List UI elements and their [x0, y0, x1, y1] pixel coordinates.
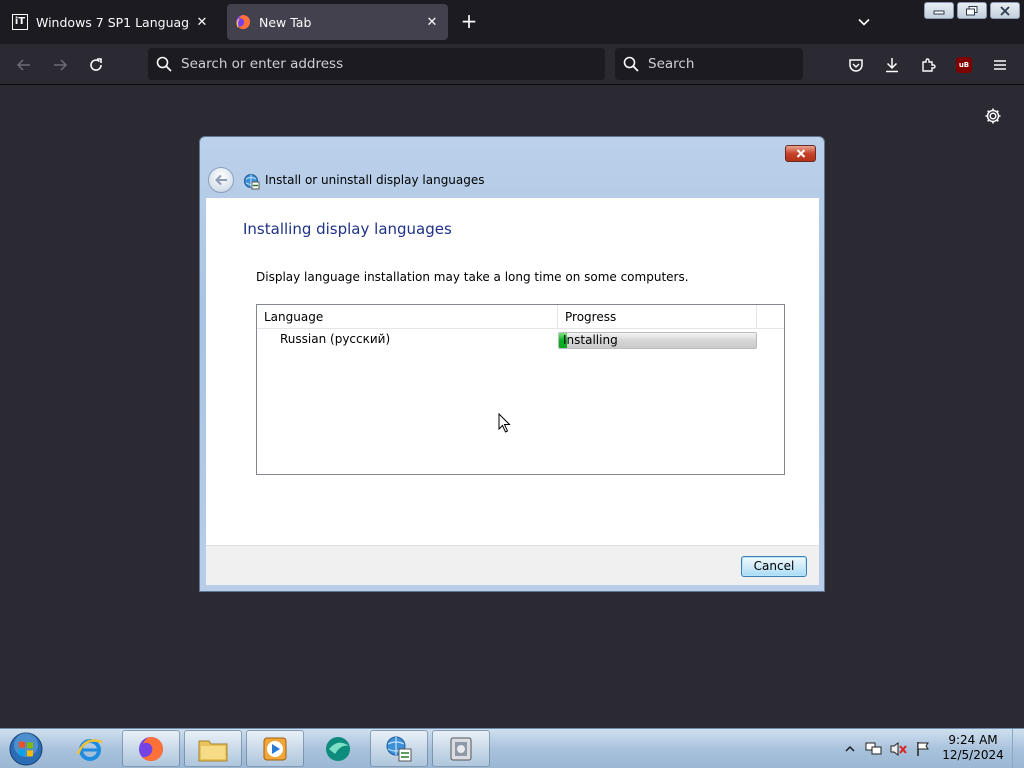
cancel-button[interactable]: Cancel	[741, 556, 807, 577]
file-explorer-icon	[198, 740, 228, 761]
arrow-right-icon	[54, 59, 68, 71]
tab-strip: iT Windows 7 SP1 Language Pack ✕ New Tab…	[0, 0, 1024, 44]
menu-button[interactable]	[987, 52, 1013, 78]
gear-icon	[985, 108, 1001, 124]
address-placeholder: Search or enter address	[181, 56, 344, 72]
download-icon	[886, 58, 898, 73]
volume-muted-icon[interactable]	[890, 741, 908, 757]
column-header-progress[interactable]: Progress	[558, 305, 757, 329]
windows-start-orb-icon	[9, 732, 43, 766]
ublock-icon: uB	[956, 57, 972, 73]
list-all-tabs-button[interactable]	[852, 10, 876, 34]
dialog-back-button[interactable]	[208, 167, 234, 193]
chevron-down-icon	[858, 18, 870, 26]
new-tab-button[interactable]: +	[457, 10, 481, 34]
taskbar-item-firefox[interactable]	[122, 730, 180, 767]
forward-button[interactable]	[47, 52, 73, 78]
downloads-button[interactable]	[879, 52, 905, 78]
taskbar: 9:24 AM 12/5/2024	[0, 728, 1024, 768]
action-center-flag-icon[interactable]	[915, 741, 931, 757]
it-favicon-icon: iT	[12, 14, 28, 30]
language-list: Language Progress Russian (русский) Inst…	[256, 304, 785, 475]
language-install-icon	[386, 736, 412, 761]
taskbar-item-control-panel[interactable]	[432, 730, 490, 767]
pocket-button[interactable]	[843, 52, 869, 78]
column-header-language[interactable]: Language	[257, 305, 558, 329]
tab-new-tab[interactable]: New Tab ✕	[227, 4, 448, 40]
ublock-button[interactable]: uB	[951, 52, 977, 78]
dialog-footer: Cancel	[206, 545, 819, 585]
reload-icon	[90, 58, 102, 71]
taskbar-item-language-install[interactable]	[370, 730, 428, 767]
taskbar-item-teal-app[interactable]	[310, 730, 366, 767]
start-button[interactable]	[6, 731, 46, 767]
reload-button[interactable]	[83, 52, 109, 78]
page-settings-button[interactable]	[982, 105, 1004, 127]
minimize-button[interactable]	[924, 2, 954, 19]
tab-language-pack[interactable]: iT Windows 7 SP1 Language Pack ✕	[4, 4, 218, 40]
mouse-cursor-icon	[498, 412, 512, 433]
show-desktop-button[interactable]	[1012, 729, 1024, 768]
clock-time: 9:24 AM	[948, 733, 998, 747]
taskbar-item-file-explorer[interactable]	[184, 730, 242, 767]
navigation-toolbar: Search or enter address Search uB	[0, 44, 1024, 85]
tab-title: Windows 7 SP1 Language Pack	[36, 14, 190, 30]
clock-date: 12/5/2024	[942, 748, 1004, 762]
globe-language-icon	[243, 173, 260, 190]
close-tab-icon[interactable]: ✕	[194, 14, 210, 30]
minimize-icon	[933, 10, 945, 14]
puzzle-icon	[922, 58, 936, 72]
install-languages-dialog: Install or uninstall display languages I…	[199, 136, 825, 592]
install-progress-bar: Installing	[558, 332, 757, 349]
media-player-icon	[263, 737, 287, 760]
list-item[interactable]: Russian (русский) Installing	[257, 329, 784, 351]
firefox-icon	[235, 14, 251, 30]
language-name: Russian (русский)	[280, 332, 391, 346]
close-icon	[796, 149, 805, 158]
dialog-body: Installing display languages Display lan…	[206, 198, 819, 545]
arrow-left-icon	[215, 174, 227, 186]
back-button[interactable]	[11, 52, 37, 78]
hamburger-menu-icon	[994, 60, 1006, 70]
pocket-icon	[849, 59, 863, 72]
tab-title: New Tab	[259, 14, 312, 30]
search-placeholder: Search	[648, 56, 695, 72]
system-tray	[844, 729, 931, 768]
search-bar[interactable]: Search	[615, 48, 803, 80]
arrow-left-icon	[16, 59, 30, 71]
dialog-heading: Installing display languages	[243, 220, 452, 238]
internet-explorer-icon	[76, 738, 103, 761]
teal-app-icon	[326, 736, 350, 761]
address-bar[interactable]: Search or enter address	[148, 48, 605, 80]
list-header: Language Progress	[257, 305, 784, 329]
progress-status: Installing	[563, 333, 618, 347]
show-hidden-icons-icon[interactable]	[844, 743, 856, 755]
restore-icon	[966, 5, 978, 15]
firefox-icon	[139, 736, 164, 761]
taskbar-item-internet-explorer[interactable]	[62, 730, 118, 767]
dialog-title: Install or uninstall display languages	[265, 173, 485, 187]
taskbar-item-media-player[interactable]	[246, 730, 304, 767]
close-icon	[1000, 5, 1010, 16]
extensions-button[interactable]	[915, 52, 941, 78]
search-icon	[156, 56, 172, 72]
control-panel-icon	[450, 737, 472, 760]
close-tab-icon[interactable]: ✕	[424, 14, 440, 30]
window-controls	[924, 2, 1020, 19]
restore-button[interactable]	[957, 2, 987, 19]
dialog-close-button[interactable]	[785, 145, 816, 162]
network-icon[interactable]	[865, 741, 883, 757]
taskbar-clock[interactable]: 9:24 AM 12/5/2024	[940, 733, 1006, 763]
search-icon	[623, 56, 639, 72]
close-window-button[interactable]	[990, 2, 1020, 19]
dialog-description: Display language installation may take a…	[256, 270, 689, 284]
